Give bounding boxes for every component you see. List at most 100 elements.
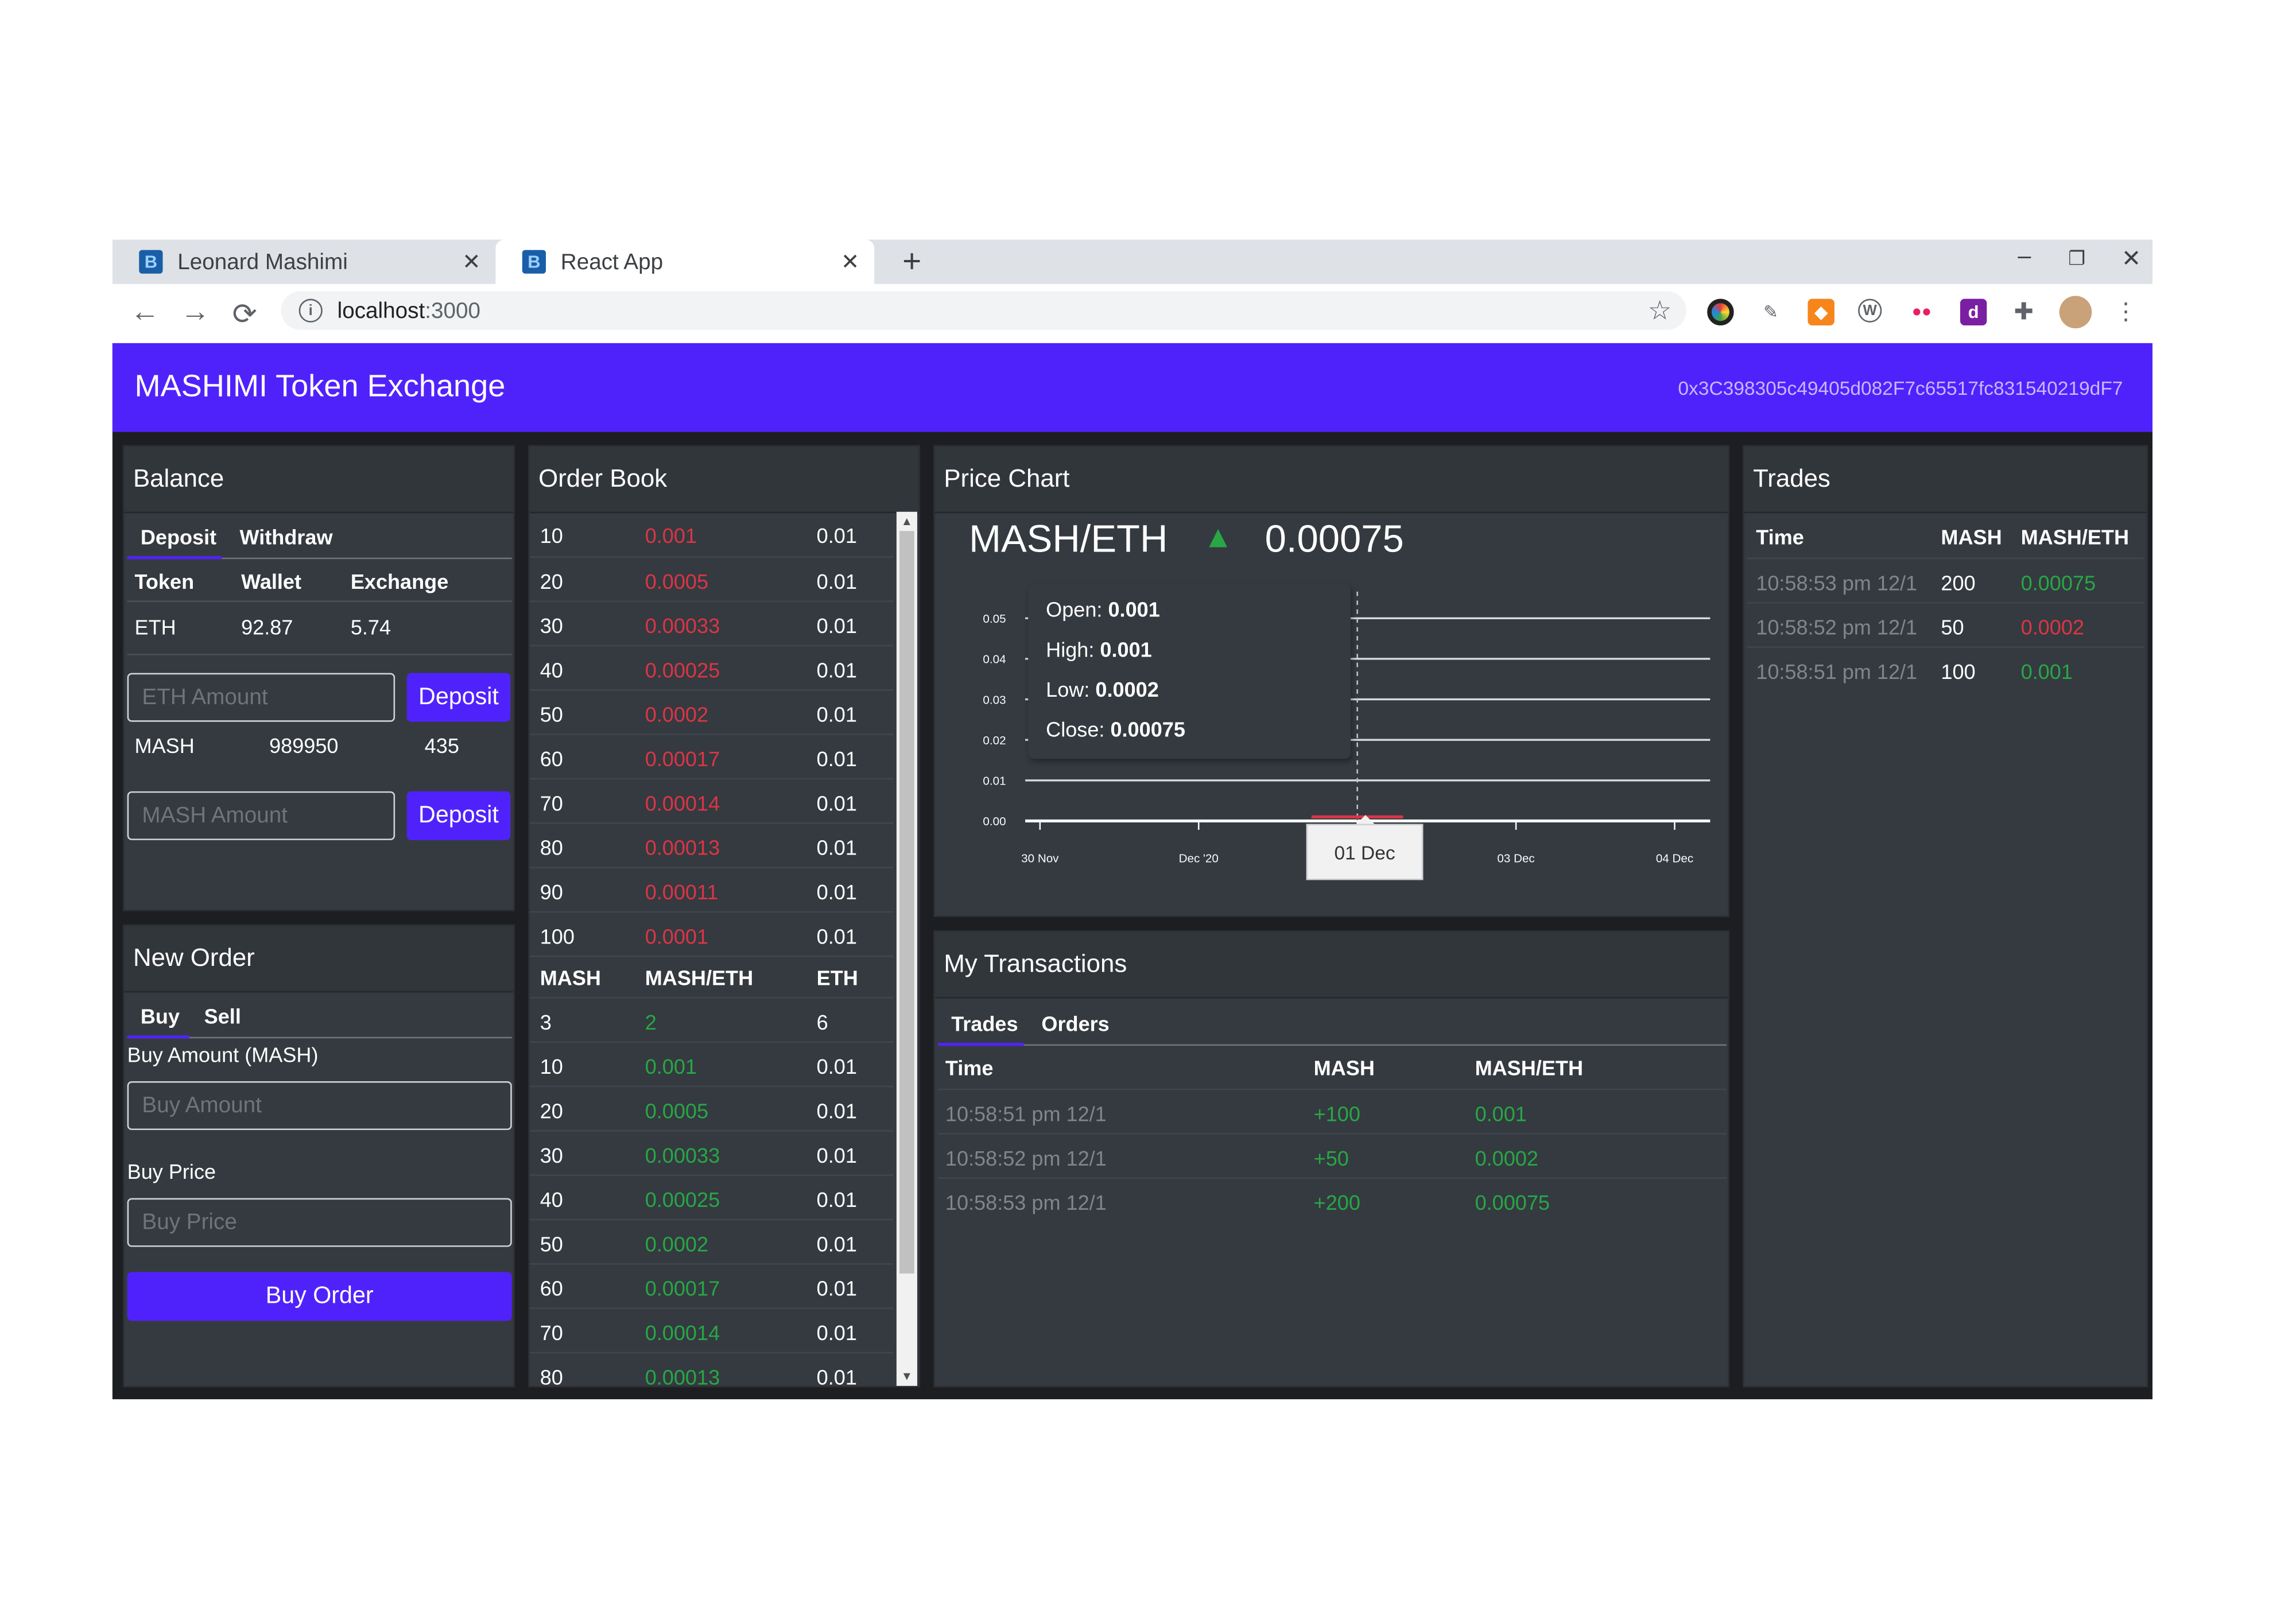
- profile-avatar[interactable]: [2059, 296, 2092, 329]
- tooltip-high: High: 0.001: [1046, 637, 1152, 662]
- bookmark-star-icon[interactable]: ☆: [1648, 295, 1672, 326]
- buy-amount-input[interactable]: Buy Amount: [127, 1081, 512, 1131]
- transaction-mash: +100: [1313, 1102, 1360, 1126]
- new-order-card: New Order Buy Sell Buy Amount (MASH) Buy…: [122, 924, 515, 1388]
- restore-icon[interactable]: ❐: [2068, 247, 2085, 270]
- buy-order-button[interactable]: Buy Order: [127, 1272, 512, 1321]
- y-tick-label: 0.00: [983, 815, 1006, 828]
- sell-order-row[interactable]: 30 0.00033 0.01: [529, 600, 894, 644]
- buy-order-row[interactable]: 20 0.0005 0.01: [529, 1085, 894, 1130]
- order-price: 2: [645, 1010, 657, 1034]
- purple-extension-icon[interactable]: d: [1960, 298, 1987, 326]
- order-mash-amount: 40: [540, 1187, 563, 1212]
- deposit-eth-button[interactable]: Deposit: [406, 673, 511, 722]
- menu-kebab-icon[interactable]: ⋮: [2112, 299, 2139, 325]
- buy-order-row[interactable]: 50 0.0002 0.01: [529, 1218, 894, 1263]
- sell-order-row[interactable]: 90 0.00011 0.01: [529, 867, 894, 911]
- tab-buy[interactable]: Buy: [141, 1004, 180, 1028]
- order-mash-amount: 60: [540, 1276, 563, 1300]
- tab-title: Leonard Mashimi: [177, 249, 348, 275]
- order-book-scrollbar[interactable]: ▲ ▼: [896, 511, 917, 1386]
- tab-withdraw[interactable]: Withdraw: [240, 525, 333, 549]
- col-mash-eth: MASH/ETH: [1475, 1056, 1584, 1080]
- price-chart-card: Price Chart MASH/ETH ▲ 0.00075 0.05 0.04 0…: [933, 445, 1729, 917]
- trade-mash: 50: [1941, 615, 1964, 639]
- buy-order-row[interactable]: 30 0.00033 0.01: [529, 1130, 894, 1174]
- order-mash-amount: 60: [540, 747, 563, 771]
- transaction-price: 0.0002: [1475, 1146, 1538, 1170]
- scroll-up-arrow-icon[interactable]: ▲: [901, 515, 913, 528]
- buy-order-row[interactable]: 80 0.00013 0.01: [529, 1352, 894, 1386]
- tab-orders[interactable]: Orders: [1041, 1012, 1109, 1035]
- buy-order-row[interactable]: 60 0.00017 0.01: [529, 1263, 894, 1307]
- buy-order-row[interactable]: 70 0.00014 0.01: [529, 1307, 894, 1352]
- account-address[interactable]: 0x3C398305c49405d082F7c65517fc831540219d…: [1678, 377, 2123, 399]
- transaction-price: 0.001: [1475, 1102, 1527, 1126]
- order-eth-amount: 0.01: [816, 702, 857, 727]
- site-info-icon[interactable]: i: [298, 298, 323, 323]
- order-eth-amount: 0.01: [816, 747, 857, 771]
- x-tick-label: Dec '20: [1179, 852, 1219, 865]
- sell-order-row[interactable]: 70 0.00014 0.01: [529, 778, 894, 822]
- tab-deposit[interactable]: Deposit: [141, 525, 216, 549]
- buy-order-row[interactable]: 40 0.00025 0.01: [529, 1174, 894, 1218]
- order-book-table[interactable]: 10 0.001 0.01 20 0.0005 0.01 30 0.00033 0.01 40 0.…: [529, 512, 894, 1386]
- favicon-icon: B: [522, 250, 546, 274]
- order-price: 0.00025: [645, 1187, 720, 1212]
- extensions-puzzle-icon[interactable]: ✚: [2011, 299, 2037, 325]
- tab-leonard-mashimi[interactable]: B Leonard Mashimi ✕: [113, 240, 496, 284]
- address-bar[interactable]: i localhost :3000 ☆: [281, 291, 1687, 330]
- balance-card: Balance Deposit Withdraw Token Wallet Ex…: [122, 445, 515, 911]
- order-mash-amount: 70: [540, 1321, 563, 1345]
- order-eth-amount: 0.01: [816, 1232, 857, 1256]
- transaction-time: 10:58:51 pm 12/1: [945, 1102, 1107, 1126]
- browser-toolbar: ← → ⟳ i localhost :3000 ☆ ✎ ◆ W ●● d ✚ ⋮: [112, 284, 2152, 343]
- scroll-thumb[interactable]: [899, 531, 914, 1274]
- mash-amount-input[interactable]: MASH Amount: [127, 791, 395, 840]
- color-extension-icon[interactable]: [1707, 298, 1734, 326]
- dots-extension-icon[interactable]: ●●: [1909, 299, 1935, 325]
- transaction-mash: +50: [1313, 1146, 1349, 1170]
- back-icon[interactable]: ←: [130, 296, 160, 329]
- tab-react-app[interactable]: B React App ✕: [495, 239, 875, 284]
- buy-price-input[interactable]: Buy Price: [127, 1198, 512, 1247]
- transaction-row: 10:58:53 pm 12/1 +200 0.00075: [938, 1177, 1727, 1222]
- sell-order-row[interactable]: 20 0.0005 0.01: [529, 556, 894, 600]
- metamask-fox-icon[interactable]: ◆: [1808, 298, 1835, 326]
- order-price: 0.00013: [645, 836, 720, 860]
- exchange-app: MASHIMI Token Exchange 0x3C398305c49405d…: [112, 343, 2152, 1400]
- divider: [127, 600, 512, 602]
- sell-order-row[interactable]: 50 0.0002 0.01: [529, 689, 894, 733]
- buy-order-row[interactable]: 3 2 6: [529, 997, 894, 1041]
- mash-exchange-balance: 435: [424, 733, 459, 758]
- order-mash-amount: 100: [540, 924, 575, 949]
- close-tab-icon[interactable]: ✕: [462, 249, 480, 275]
- scroll-down-arrow-icon[interactable]: ▼: [901, 1370, 913, 1383]
- url-host: localhost: [337, 298, 425, 324]
- close-window-icon[interactable]: ✕: [2122, 244, 2142, 274]
- deposit-mash-button[interactable]: Deposit: [406, 791, 511, 840]
- sell-order-row[interactable]: 80 0.00013 0.01: [529, 822, 894, 867]
- favicon-icon: B: [139, 250, 163, 274]
- buy-order-row[interactable]: 10 0.001 0.01: [529, 1041, 894, 1085]
- eyedropper-extension-icon[interactable]: ✎: [1758, 299, 1784, 325]
- order-eth-amount: 0.01: [816, 1143, 857, 1167]
- tab-sell[interactable]: Sell: [204, 1004, 241, 1028]
- minimize-icon[interactable]: –: [2018, 244, 2031, 270]
- sell-order-row[interactable]: 60 0.00017 0.01: [529, 733, 894, 778]
- eth-amount-input[interactable]: ETH Amount: [127, 673, 395, 722]
- app-title[interactable]: MASHIMI Token Exchange: [135, 370, 506, 405]
- col-token: Token: [134, 569, 195, 593]
- close-tab-icon[interactable]: ✕: [841, 249, 859, 275]
- reload-icon[interactable]: ⟳: [232, 296, 257, 332]
- y-tick-label: 0.01: [983, 775, 1006, 788]
- my-transactions-card: My Transactions Trades Orders Time MASH …: [933, 930, 1729, 1388]
- tab-trades[interactable]: Trades: [951, 1012, 1018, 1035]
- forward-icon[interactable]: →: [180, 296, 210, 329]
- order-price: 0.001: [645, 1054, 697, 1078]
- sell-order-row[interactable]: 10 0.001 0.01: [530, 512, 894, 556]
- sell-order-row[interactable]: 100 0.0001 0.01: [529, 911, 894, 956]
- sell-order-row[interactable]: 40 0.00025 0.01: [529, 644, 894, 689]
- wordpress-extension-icon[interactable]: W: [1858, 298, 1882, 323]
- new-tab-icon[interactable]: +: [902, 243, 921, 281]
